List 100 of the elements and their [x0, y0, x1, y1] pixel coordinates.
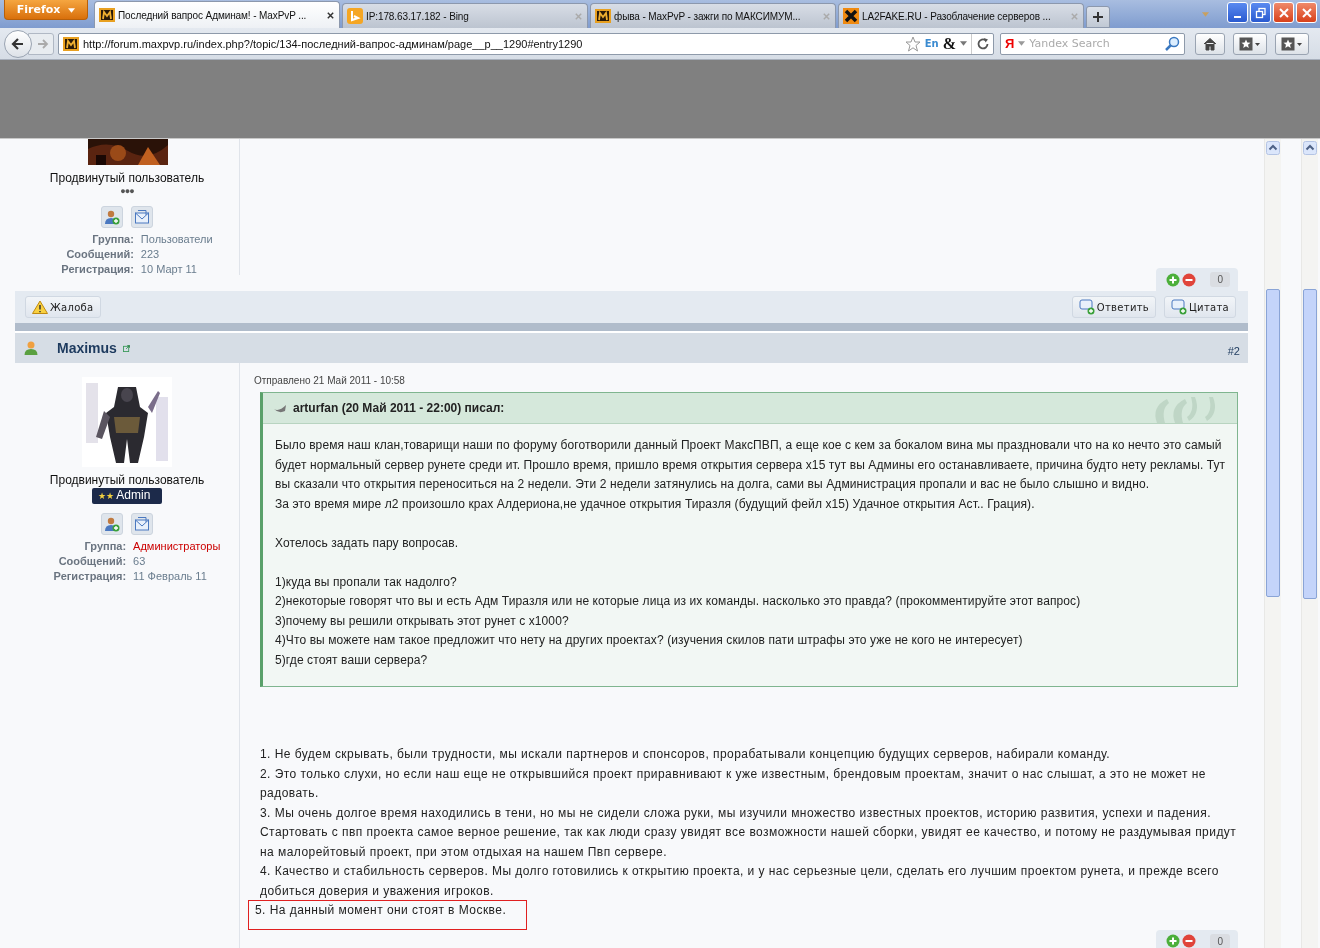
search-icon[interactable] — [1164, 35, 1180, 52]
language-indicator: En — [924, 38, 939, 49]
close-icon — [1300, 6, 1313, 19]
scroll-up-button[interactable] — [1303, 141, 1317, 155]
home-icon — [1202, 35, 1218, 52]
home-button[interactable] — [1195, 32, 1225, 55]
site-icon — [63, 35, 79, 52]
close-icon[interactable] — [326, 10, 335, 20]
star-icon — [1239, 36, 1261, 51]
quote-text: Было время наш клан,товарищи наши по форуму боготворили данный Проект МаксПВП, а еще кое с кем за бокалом вина мы праздновали что на ко нечто это самый будет нормальный сервер рунете среди ит. Прошло время, пришло время открытия сервера x15 тут вы Админы его останавливаете, причина будто нету рекламы. Тут вы сказали что открытия переноситься на 2 недели. Эти 2 недели затянулись на долга, сами вы Администрация пропали и вас не было слышно и видно. — [275, 437, 1227, 493]
report-button[interactable]: Жалоба — [25, 296, 101, 318]
info-label: Регистрация: — [60, 263, 134, 275]
reputation-count: 0 — [1210, 933, 1230, 948]
speech-bubble-icon — [1078, 299, 1095, 315]
bookmarks-button[interactable] — [1275, 32, 1309, 55]
ampersand-button[interactable]: & — [942, 34, 956, 53]
star-icon[interactable] — [904, 35, 921, 52]
arrow-icon — [273, 403, 287, 413]
plus-icon — [1166, 272, 1181, 287]
quote-text: 5)где стоят ваши сервера? — [275, 651, 429, 669]
back-arrow-icon — [10, 35, 26, 52]
quote-text: За это время мире л2 произошло крах Алдериона,не удачное открытия Тиразля (будущий фейл x15) Удачное открытия Аст.. Грация). — [275, 495, 1036, 513]
restore-button[interactable] — [1250, 2, 1271, 23]
info-value: 11 Февраль 11 — [133, 570, 208, 582]
user-icon — [23, 340, 39, 356]
quote-text: 3)почему вы решили открывать этот рунет с x1000? — [275, 612, 570, 630]
message-button[interactable] — [131, 206, 153, 228]
back-button[interactable] — [4, 29, 32, 58]
reply-text: 5. На данный момент они стоят в Москве. — [248, 900, 528, 930]
browser-tab[interactable]: LA2FAKE.RU - Разоблачение серверов ... — [838, 3, 1084, 28]
search-field[interactable]: Я Yandex Search — [1000, 32, 1185, 55]
quote-button[interactable]: Цитата — [1164, 296, 1236, 318]
browser-tab[interactable]: Последний вапрос Админам! - MaxPvP ... — [94, 1, 340, 28]
add-user-icon — [104, 516, 120, 532]
plus-icon — [1092, 11, 1104, 23]
quote-text: 1)куда вы пропали так надолго? — [275, 573, 458, 591]
minimize-button[interactable] — [1227, 2, 1248, 23]
browser-tab[interactable]: фыва - MaxPvP - зажги по МАКСИМУМ... — [590, 3, 836, 28]
quote-text: 4)Что вы можете нам такое предложит что нету на других проектах? (изучения скилов пати штрафы это уже не кого не интересует) — [275, 632, 1024, 649]
info-value: 10 Март 11 — [140, 263, 198, 275]
scrollbar[interactable] — [1264, 139, 1281, 948]
reply-button[interactable]: Ответить — [1071, 296, 1156, 318]
post-date: Отправлено 21 Май 2011 - 10:58 — [254, 375, 406, 386]
url-text: http://forum.maxpvp.ru/index.php?/topic/134-последний-вапрос-админам/page__p__1290#entry1290 — [83, 37, 583, 50]
bookmarks-button[interactable] — [1233, 32, 1267, 55]
add-friend-button[interactable] — [101, 513, 123, 535]
tab-title: LA2FAKE.RU - Разоблачение серверов ... — [862, 10, 1052, 22]
quote-author: arturfan (20 Май 2011 - 22:00) писал: — [293, 401, 505, 415]
speech-bubble-icon — [1171, 299, 1187, 315]
vote-up-button[interactable] — [1166, 272, 1181, 287]
reload-icon — [975, 36, 990, 51]
scroll-up-button[interactable] — [1266, 141, 1280, 155]
reputation-count: 0 — [1210, 272, 1230, 287]
close-icon — [1277, 6, 1290, 19]
member-rank: Продвинутый пользователь — [49, 473, 205, 487]
external-link-icon[interactable] — [122, 344, 130, 352]
site-icon — [99, 7, 115, 23]
info-value: 223 — [140, 248, 161, 260]
info-label: Сообщений: — [65, 248, 134, 260]
browser-tab[interactable]: IP:178.63.17.182 - Bing — [342, 3, 588, 28]
tab-title: IP:178.63.17.182 - Bing — [366, 10, 470, 22]
close-button[interactable] — [1296, 2, 1317, 23]
scrollbar[interactable] — [1301, 139, 1318, 948]
search-engine-mark: Я — [1005, 36, 1015, 51]
forward-arrow-icon — [37, 37, 49, 50]
info-value: Администраторы — [133, 540, 222, 552]
site-icon — [595, 8, 611, 24]
envelope-icon — [134, 209, 150, 225]
quote-text: 2)некоторые говорят что вы и есть Адм Тиразля или не которые лица из их команды. насколько это правда? (прокомментируйте этот вапрос) — [275, 593, 1082, 610]
plus-icon — [1166, 934, 1181, 948]
caret-icon[interactable] — [1018, 41, 1026, 46]
rank-badge: ★★ Admin — [91, 488, 163, 504]
scroll-thumb[interactable] — [1303, 289, 1317, 599]
author-name[interactable]: Maximus — [57, 340, 117, 356]
info-value: 63 — [133, 555, 147, 567]
scroll-thumb[interactable] — [1266, 289, 1280, 597]
address-field[interactable]: http://forum.maxpvp.ru/index.php?/topic/134-последний-вапрос-админам/page__p__1290#entry1290 En & — [58, 32, 994, 55]
vote-up-button[interactable] — [1166, 934, 1181, 948]
caret-icon — [68, 7, 76, 13]
reply-text: 2. Это только слухи, но если наш еще не открывшийся проект приравнивают к уже известным, брендовым проектам, значит о нас слышат, а это не может не радовать. — [259, 765, 1207, 802]
vote-down-button[interactable] — [1182, 934, 1197, 948]
minimize-icon — [1234, 15, 1241, 18]
add-friend-button[interactable] — [101, 206, 123, 228]
search-input[interactable]: Yandex Search — [1029, 37, 1160, 50]
vote-down-button[interactable] — [1182, 272, 1197, 287]
info-value: Пользователи — [140, 233, 214, 245]
info-label: Сообщений: — [57, 555, 127, 567]
close-button[interactable] — [1273, 2, 1294, 23]
caret-icon[interactable] — [960, 41, 967, 46]
new-tab-button[interactable] — [1086, 6, 1110, 28]
envelope-icon — [134, 516, 150, 532]
cross-icon — [843, 8, 859, 24]
reply-text: 3. Мы очень долгое время находились в тени, но мы не сидели сложа руки, мы изучили множество известных проектов, историю развития, успехи и падения. Стартовать с пвп проекта самое верное решение, так как люди сразу увидят все возможности нашей сборки, увидят ее качество, и потому не раздумывая придут на малорейтовый проект, при этом отдыхая на нашем Пвп сервере. — [259, 804, 1238, 861]
quote-text: Хотелось задать пару вопросав. — [275, 534, 460, 552]
info-label: Группа: — [83, 540, 127, 552]
member-rank: Продвинутый пользователь — [49, 171, 205, 185]
warning-icon — [32, 300, 48, 314]
post-number-link[interactable]: #2 — [1227, 345, 1240, 357]
minus-icon — [1182, 934, 1197, 948]
message-button[interactable] — [131, 513, 153, 535]
